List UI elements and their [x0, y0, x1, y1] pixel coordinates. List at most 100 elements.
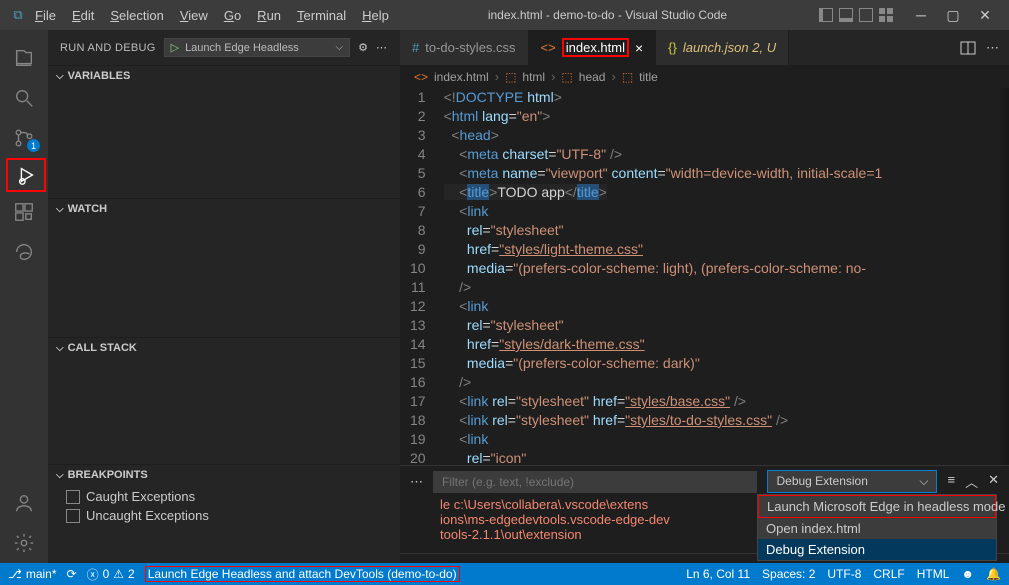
menu-selection[interactable]: Selection — [103, 4, 170, 27]
breadcrumb-item[interactable]: head — [579, 70, 606, 84]
git-branch-status[interactable]: ⎇main* — [8, 567, 57, 581]
notifications-icon[interactable]: 🔔 — [986, 567, 1001, 581]
cursor-position[interactable]: Ln 6, Col 11 — [686, 567, 750, 581]
dropdown-item[interactable]: Debug Extension — [758, 539, 996, 560]
debug-config-select[interactable]: ▷ Launch Edge Headless ⌵ — [164, 38, 351, 57]
dropdown-item[interactable]: Launch Microsoft Edge in headless mode — [758, 495, 996, 518]
run-debug-icon[interactable] — [6, 158, 46, 192]
configure-gear-icon[interactable]: ⚙ — [358, 41, 368, 54]
explorer-icon[interactable] — [0, 38, 48, 78]
editor-area: # to-do-styles.css <> index.html × {} la… — [400, 30, 1009, 563]
breadcrumbs[interactable]: <> index.html › ⬚ html › ⬚ head › ⬚ titl… — [400, 65, 1009, 88]
tag-icon: ⬚ — [622, 70, 633, 84]
source-control-icon[interactable]: 1 — [0, 118, 48, 158]
checkbox-icon[interactable] — [66, 490, 80, 504]
error-icon: ⓧ — [87, 566, 99, 583]
split-editor-icon[interactable] — [960, 40, 976, 56]
uncaught-exceptions-row[interactable]: Uncaught Exceptions — [66, 506, 382, 525]
checkbox-icon[interactable] — [66, 509, 80, 523]
chevron-right-icon: › — [551, 69, 555, 84]
breakpoints-body: Caught Exceptions Uncaught Exceptions — [48, 485, 400, 527]
css-file-icon: # — [412, 40, 419, 55]
caught-exceptions-label: Caught Exceptions — [86, 489, 195, 504]
window-minimize[interactable]: ─ — [905, 3, 937, 27]
language-mode[interactable]: HTML — [917, 567, 950, 581]
close-icon[interactable]: × — [635, 40, 643, 56]
callstack-section-header[interactable]: ⌵CALL STACK — [48, 338, 400, 358]
code-content[interactable]: <!DOCTYPE html> <html lang="en"> <head> … — [444, 88, 883, 465]
more-actions-icon[interactable]: ⋯ — [410, 474, 423, 490]
warning-icon: ⚠ — [113, 567, 124, 581]
variables-section-header[interactable]: ⌵VARIABLES — [48, 66, 400, 86]
tag-icon: ⬚ — [561, 70, 572, 84]
titlebar: ⧉ File Edit Selection View Go Run Termin… — [0, 0, 1009, 30]
callstack-label: CALL STACK — [68, 342, 137, 354]
menu-go[interactable]: Go — [217, 4, 248, 27]
menu-run[interactable]: Run — [250, 4, 288, 27]
window-close[interactable]: ✕ — [969, 3, 1001, 27]
branch-icon: ⎇ — [8, 567, 22, 581]
indent-status[interactable]: Spaces: 2 — [762, 567, 815, 581]
dropdown-item[interactable]: Open index.html — [758, 518, 996, 539]
feedback-icon[interactable]: ☻ — [961, 567, 974, 581]
account-icon[interactable] — [0, 483, 48, 523]
tab-css[interactable]: # to-do-styles.css — [400, 30, 529, 65]
uncaught-exceptions-label: Uncaught Exceptions — [86, 508, 209, 523]
layout-sidebar-right-icon[interactable] — [859, 8, 873, 22]
editor-tabs: # to-do-styles.css <> index.html × {} la… — [400, 30, 1009, 65]
more-actions-icon[interactable]: ⋯ — [986, 40, 999, 56]
problems-status[interactable]: ⓧ0 ⚠2 — [87, 566, 135, 583]
clear-console-icon[interactable]: ≡ — [947, 472, 955, 491]
filter-input[interactable] — [433, 471, 757, 493]
tab-html[interactable]: <> index.html × — [529, 30, 657, 65]
settings-gear-icon[interactable] — [0, 523, 48, 563]
debug-config-name: Launch Edge Headless — [185, 42, 299, 54]
menu-view[interactable]: View — [173, 4, 215, 27]
start-debug-icon[interactable]: ▷ — [171, 41, 179, 54]
debug-select-label: Debug Extension — [776, 474, 867, 489]
json-file-icon: {} — [668, 40, 677, 55]
menu-terminal[interactable]: Terminal — [290, 4, 353, 27]
breadcrumb-item[interactable]: title — [639, 70, 658, 84]
error-count: 0 — [103, 567, 110, 581]
watch-section-header[interactable]: ⌵WATCH — [48, 199, 400, 219]
layout-customize-icon[interactable] — [879, 8, 893, 22]
breadcrumb-item[interactable]: index.html — [434, 70, 489, 84]
close-panel-icon[interactable]: ✕ — [988, 472, 999, 491]
sync-status[interactable]: ⟳ — [67, 567, 77, 581]
menubar: File Edit Selection View Go Run Terminal… — [28, 4, 396, 27]
debug-extension-select[interactable]: Debug Extension ⌵ — [767, 470, 937, 493]
encoding-status[interactable]: UTF-8 — [827, 567, 861, 581]
more-actions-icon[interactable]: ⋯ — [376, 41, 388, 54]
layout-panel-bottom-icon[interactable] — [839, 8, 853, 22]
code-editor[interactable]: 1234567891011121314151617181920 <!DOCTYP… — [400, 88, 1009, 465]
eol-status[interactable]: CRLF — [873, 567, 904, 581]
variables-body — [48, 86, 400, 198]
tab-label: to-do-styles.css — [425, 40, 515, 55]
scrollbar-vertical[interactable] — [998, 88, 1009, 465]
tag-icon: ⬚ — [505, 70, 516, 84]
menu-edit[interactable]: Edit — [65, 4, 101, 27]
breakpoints-section-header[interactable]: ⌵BREAKPOINTS — [48, 465, 400, 485]
window-maximize[interactable]: ▢ — [937, 3, 969, 27]
chevron-down-icon[interactable]: ⌵ — [336, 42, 344, 53]
html-file-icon: <> — [414, 70, 428, 84]
caught-exceptions-row[interactable]: Caught Exceptions — [66, 487, 382, 506]
status-bar: ⎇main* ⟳ ⓧ0 ⚠2 Launch Edge Headless and … — [0, 563, 1009, 585]
search-icon[interactable] — [0, 78, 48, 118]
tab-launch-json[interactable]: {} launch.json 2, U — [656, 30, 789, 65]
menu-help[interactable]: Help — [355, 4, 396, 27]
collapse-up-icon[interactable]: ︿ — [965, 472, 978, 491]
html-file-icon: <> — [541, 40, 556, 55]
breadcrumb-item[interactable]: html — [522, 70, 545, 84]
vscode-logo: ⧉ — [8, 7, 28, 23]
edge-devtools-icon[interactable] — [0, 232, 48, 272]
debug-console-panel: ⋯ Debug Extension ⌵ ≡ ︿ ✕ le c:\Users\co… — [400, 465, 1009, 553]
sidebar-title: RUN AND DEBUG — [60, 42, 156, 54]
callstack-body — [48, 358, 400, 464]
debug-launch-status[interactable]: Launch Edge Headless and attach DevTools… — [145, 566, 460, 582]
layout-sidebar-left-icon[interactable] — [819, 8, 833, 22]
menu-file[interactable]: File — [28, 4, 63, 27]
watch-body — [48, 219, 400, 337]
extensions-icon[interactable] — [0, 192, 48, 232]
